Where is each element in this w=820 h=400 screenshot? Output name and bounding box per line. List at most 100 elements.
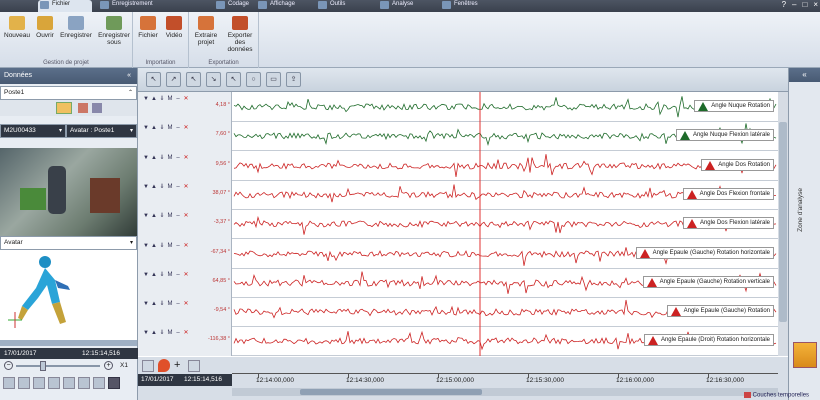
track-plot[interactable]: Angle Epaule (Gauche) Rotation [232,297,778,328]
track-plot[interactable]: Angle Dos Rotation [232,150,778,181]
track-plot[interactable]: Angle Nuque Flexion latérale [232,121,778,152]
zoom-out-icon[interactable]: − [4,361,13,370]
minus-icon[interactable]: – [174,124,182,132]
track-plot[interactable]: Angle Nuque Rotation [232,92,778,122]
enregistrer-sous-button[interactable]: Enregistrer sous [96,16,132,46]
track-label[interactable]: Angle Dos Rotation [701,158,774,171]
camera-select[interactable]: M2U00433 ▾ [0,124,66,138]
up-arrow-icon[interactable]: ▲ [150,271,158,279]
minus-icon[interactable]: – [174,183,182,191]
poste-select[interactable]: Poste1 ⌃ [0,86,137,100]
up-arrow-icon[interactable]: ▲ [150,212,158,220]
move-down-icon[interactable]: ⇓ [158,124,166,132]
minus-icon[interactable]: – [174,154,182,162]
menu-icon[interactable]: M [166,329,174,337]
track-plot[interactable]: Angle Epaule (Gauche) Rotation verticale [232,267,778,298]
select-tool-icon[interactable]: ↖ [186,72,201,87]
range-tool-icon[interactable]: ↘ [206,72,221,87]
speed-slider-thumb[interactable] [40,361,46,371]
close-button[interactable]: × [813,0,818,12]
track-label[interactable]: Angle Epaule (Gauche) Rotation verticale [642,275,774,288]
track-label[interactable]: Angle Epaule (Droit) Rotation horizontal… [643,334,774,347]
track-label[interactable]: Angle Nuque Flexion latérale [675,129,774,142]
fichier-import-button[interactable]: Fichier [135,16,161,39]
move-down-icon[interactable]: ⇓ [158,300,166,308]
record-tool-icon[interactable]: ○ [246,72,261,87]
move-down-icon[interactable]: ⇓ [158,154,166,162]
track-plot[interactable]: Angle Epaule (Droit) Rotation horizontal… [232,326,778,357]
move-down-icon[interactable]: ⇓ [158,242,166,250]
minus-icon[interactable]: – [174,242,182,250]
video-import-button[interactable]: Vidéo [161,16,187,39]
video-frame[interactable] [0,148,137,238]
down-arrow-icon[interactable]: ▼ [142,183,150,191]
menu-icon[interactable]: M [166,124,174,132]
tab-enregistrement[interactable]: Enregistrement [98,0,180,12]
avatar-view-select[interactable]: Avatar ▾ [0,236,137,250]
scroll-thumb[interactable] [779,122,787,322]
collapse-icon[interactable]: « [127,68,131,84]
down-arrow-icon[interactable]: ▼ [142,124,150,132]
down-arrow-icon[interactable]: ▼ [142,271,150,279]
tab-fenetres[interactable]: Fenêtres [440,0,496,12]
move-down-icon[interactable]: ⇓ [158,95,166,103]
down-arrow-icon[interactable]: ▼ [142,329,150,337]
avatar-source-select[interactable]: Avatar : Poste1 ▾ [66,124,137,138]
avatar-3d-view[interactable] [0,250,137,340]
mute-icon[interactable] [78,377,90,389]
minus-icon[interactable]: – [174,212,182,220]
tab-outils[interactable]: Outils [316,0,366,12]
minimize-button[interactable]: – [792,0,796,12]
status-layers[interactable]: Couches temporelles [744,392,820,400]
track-plot[interactable]: Angle Epaule (Gauche) Rotation horizonta… [232,238,778,269]
track-label[interactable]: Angle Epaule (Gauche) Rotation horizonta… [635,246,774,259]
extraire-projet-button[interactable]: Extraire projet [191,16,221,46]
track-label[interactable]: Angle Dos Flexion latérale [682,217,774,230]
track-plot[interactable]: Angle Dos Flexion latérale [232,209,778,240]
move-down-icon[interactable]: ⇓ [158,329,166,337]
menu-icon[interactable]: M [166,271,174,279]
down-arrow-icon[interactable]: ▼ [142,95,150,103]
avatar-tab-icon[interactable] [92,103,102,113]
minus-icon[interactable]: – [174,329,182,337]
add-marker-tool-icon[interactable]: ↗ [166,72,181,87]
collapse-icon[interactable]: « [789,68,820,82]
tab-fichier[interactable]: Fichier [38,0,92,12]
timeline-scroll[interactable] [232,388,778,396]
minus-icon[interactable]: – [174,271,182,279]
sensor-tab-icon[interactable] [78,103,88,113]
down-arrow-icon[interactable]: ▼ [142,300,150,308]
previous-icon[interactable] [33,377,45,389]
track-label[interactable]: Angle Nuque Rotation [694,100,774,112]
speed-slider[interactable] [16,365,100,367]
tab-analyse[interactable]: Analyse [378,0,434,12]
enregistrer-button[interactable]: Enregistrer [58,16,94,39]
location-marker-icon[interactable] [158,359,170,372]
up-arrow-icon[interactable]: ▲ [150,124,158,132]
down-arrow-icon[interactable]: ▼ [142,212,150,220]
up-arrow-icon[interactable]: ▲ [150,183,158,191]
move-down-icon[interactable]: ⇓ [158,271,166,279]
avatar-scrub-bar[interactable] [0,340,137,346]
down-arrow-icon[interactable]: ▼ [142,154,150,162]
track-label[interactable]: Angle Epaule (Gauche) Rotation [666,305,774,318]
ouvrir-button[interactable]: Ouvrir [34,16,56,39]
menu-icon[interactable]: M [166,183,174,191]
export-timeline-icon[interactable] [142,360,154,372]
add-icon[interactable]: + [174,359,180,371]
up-arrow-icon[interactable]: ▲ [150,242,158,250]
track-plot[interactable]: Angle Dos Flexion frontale [232,179,778,210]
down-arrow-icon[interactable]: ▼ [142,242,150,250]
vertical-scrollbar[interactable] [778,92,788,356]
up-arrow-icon[interactable]: ▲ [150,95,158,103]
camera-icon[interactable] [108,377,120,389]
up-arrow-icon[interactable]: ▲ [150,300,158,308]
up-arrow-icon[interactable]: ▲ [150,154,158,162]
maximize-button[interactable]: □ [802,0,807,12]
loop-icon[interactable] [63,377,75,389]
help-button[interactable]: ? [782,0,786,12]
nouveau-button[interactable]: Nouveau [4,16,30,39]
cursor-tool-icon[interactable]: ↖ [146,72,161,87]
tab-affichage[interactable]: Affichage [256,0,314,12]
clear-tool-icon[interactable]: ▭ [266,72,281,87]
